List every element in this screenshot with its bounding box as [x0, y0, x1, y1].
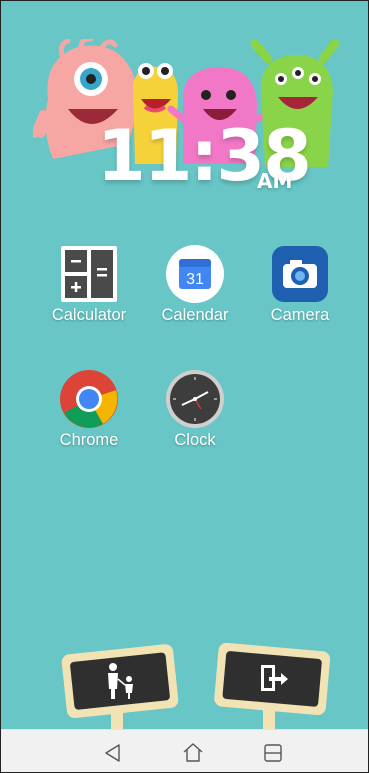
app-calendar[interactable]: 31 Calendar	[150, 244, 240, 325]
chrome-icon	[59, 369, 119, 429]
recents-icon	[264, 744, 282, 762]
home-icon	[183, 743, 203, 762]
svg-text:31: 31	[186, 271, 204, 288]
clock-icon	[165, 369, 225, 429]
clock-ampm: AM	[257, 169, 293, 193]
app-label-chrome: Chrome	[59, 431, 119, 449]
parent-mode-sign[interactable]	[59, 641, 183, 736]
camera-icon	[270, 244, 330, 304]
app-camera[interactable]: Camera	[255, 244, 345, 325]
app-clock[interactable]: Clock	[150, 369, 240, 450]
calendar-icon: 31	[165, 244, 225, 304]
kids-mode-home-screen: 11:38 AM Calculator 31 Calendar Camera C…	[0, 0, 369, 773]
app-label-camera: Camera	[270, 306, 330, 324]
app-label-calendar: Calendar	[161, 306, 229, 324]
app-label-clock: Clock	[174, 431, 216, 449]
app-calculator[interactable]: Calculator	[44, 244, 134, 325]
app-chrome[interactable]: Chrome	[44, 369, 134, 450]
back-button[interactable]	[99, 739, 127, 767]
exit-kids-mode-sign[interactable]	[211, 641, 335, 736]
app-label-calculator: Calculator	[51, 306, 127, 324]
navigation-bar	[1, 729, 368, 772]
calculator-icon	[59, 244, 119, 304]
home-button[interactable]	[179, 739, 207, 767]
recents-button[interactable]	[259, 739, 287, 767]
back-icon	[105, 744, 120, 762]
